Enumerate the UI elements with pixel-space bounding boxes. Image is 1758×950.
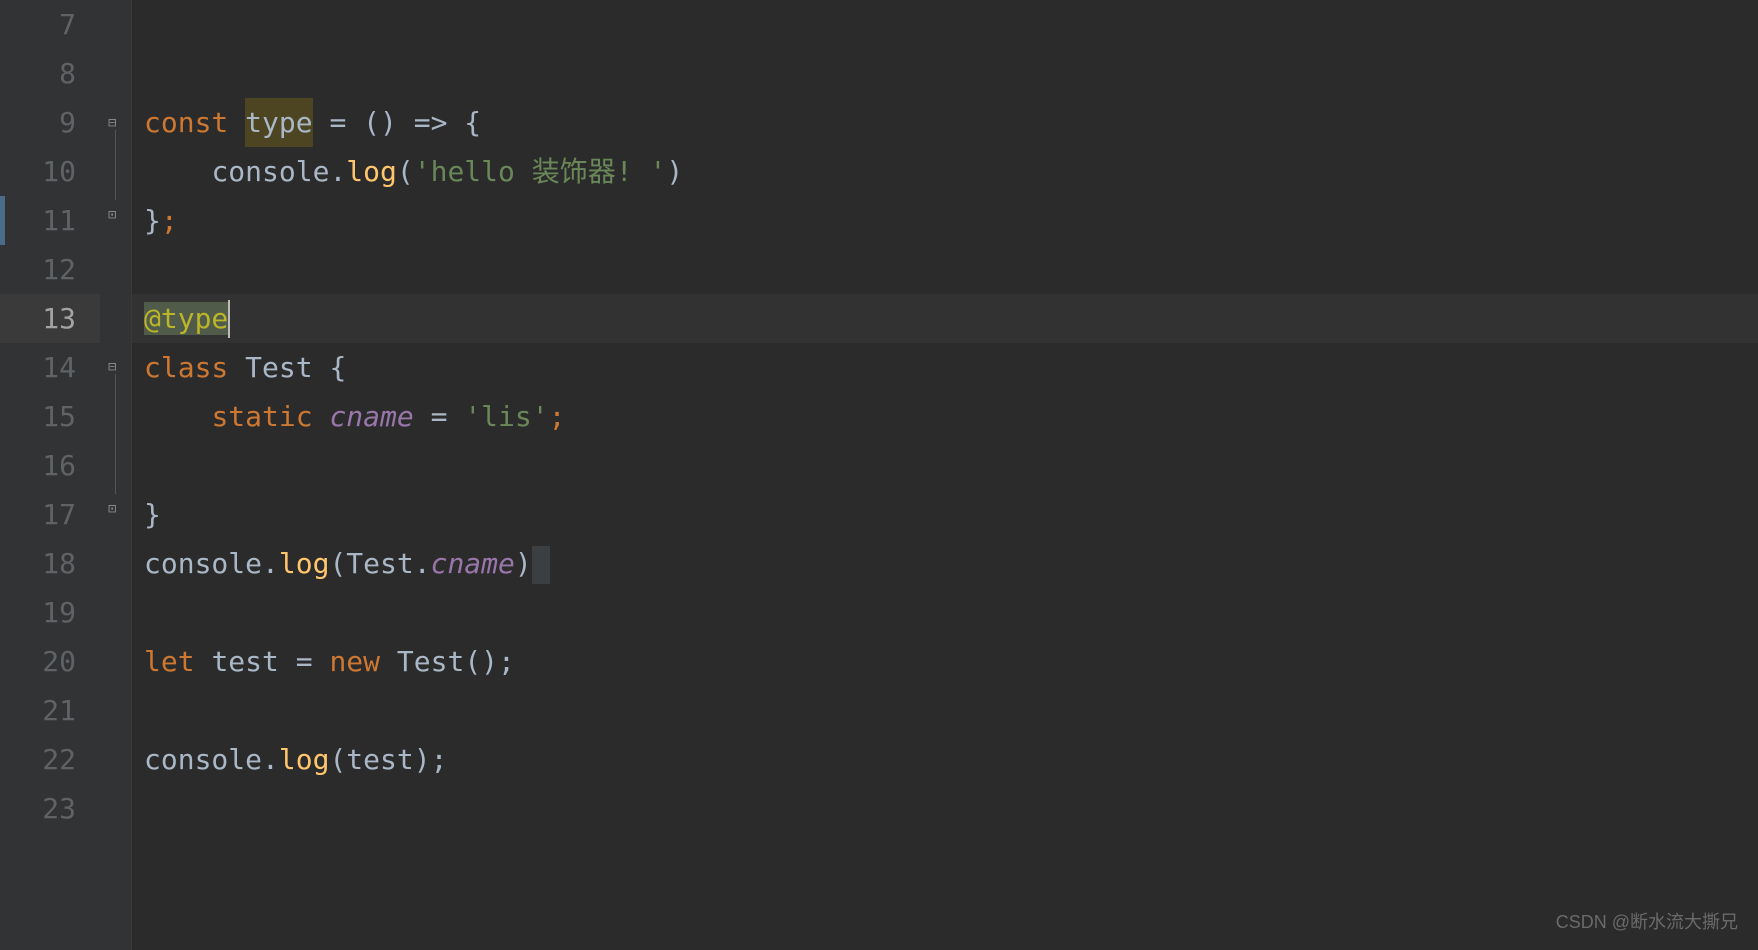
line-indicator — [0, 196, 5, 245]
code-line[interactable]: }; — [144, 196, 1758, 245]
decorator-at: @ — [144, 302, 161, 335]
console-obj: console. — [144, 743, 279, 776]
code-editor[interactable]: 7 8 9 10 11 12 13 14 15 16 17 18 19 20 2… — [0, 0, 1758, 950]
line-number: 9 — [0, 98, 76, 147]
code-line[interactable] — [144, 245, 1758, 294]
keyword-const: const — [144, 106, 245, 139]
semicolon: ; — [549, 400, 566, 433]
keyword-let: let — [144, 645, 211, 678]
line-number: 10 — [0, 147, 76, 196]
line-number: 16 — [0, 441, 76, 490]
code-line[interactable] — [144, 0, 1758, 49]
fold-start-icon[interactable]: ⊟ — [108, 360, 122, 374]
code-line[interactable] — [144, 686, 1758, 735]
line-number: 20 — [0, 637, 76, 686]
fold-guide — [115, 130, 116, 200]
string-literal: 'hello 装饰器! ' — [414, 155, 667, 188]
class-name: Test { — [245, 351, 346, 384]
line-number: 15 — [0, 392, 76, 441]
semicolon: ; — [161, 204, 178, 237]
code-line[interactable]: let test = new Test(); — [144, 637, 1758, 686]
fold-start-icon[interactable]: ⊟ — [108, 116, 122, 130]
code-area[interactable]: const type = () => { console.log('hello … — [132, 0, 1758, 950]
line-number: 8 — [0, 49, 76, 98]
keyword-class: class — [144, 351, 245, 384]
code-line[interactable]: } — [144, 490, 1758, 539]
line-number: 12 — [0, 245, 76, 294]
code-line[interactable] — [144, 441, 1758, 490]
line-number: 18 — [0, 539, 76, 588]
line-number: 17 — [0, 490, 76, 539]
field-cname: cname — [329, 400, 413, 433]
method-log: log — [279, 547, 330, 580]
arrow-fn: = () => { — [313, 106, 482, 139]
line-number: 23 — [0, 784, 76, 833]
line-number: 14 — [0, 343, 76, 392]
call-args: (test); — [329, 743, 447, 776]
fold-guide — [115, 374, 116, 494]
paren: ) — [515, 547, 532, 580]
paren: ( — [397, 155, 414, 188]
code-line[interactable]: @type — [144, 294, 1758, 343]
watermark: CSDN @断水流大撕兄 — [1556, 907, 1738, 939]
inline-hint — [532, 546, 550, 584]
code-line[interactable] — [144, 49, 1758, 98]
code-line[interactable]: static cname = 'lis'; — [144, 392, 1758, 441]
var-assign: test = — [211, 645, 329, 678]
fold-end-icon[interactable]: ⊡ — [108, 208, 122, 222]
line-number: 22 — [0, 735, 76, 784]
equals: = — [414, 400, 465, 433]
code-line[interactable]: const type = () => { — [144, 98, 1758, 147]
string-literal: 'lis' — [464, 400, 548, 433]
keyword-new: new — [329, 645, 396, 678]
code-line[interactable] — [144, 588, 1758, 637]
indent — [144, 400, 211, 433]
code-line[interactable]: console.log(test); — [144, 735, 1758, 784]
line-number: 11 — [0, 196, 76, 245]
identifier-type: type — [245, 98, 312, 147]
line-number-gutter: 7 8 9 10 11 12 13 14 15 16 17 18 19 20 2… — [0, 0, 100, 950]
field-cname: cname — [431, 547, 515, 580]
console-obj: console. — [144, 547, 279, 580]
keyword-static: static — [211, 400, 329, 433]
console-obj: console. — [211, 155, 346, 188]
method-log: log — [279, 743, 330, 776]
line-number: 21 — [0, 686, 76, 735]
fold-column: ⊟ ⊡ ⊟ ⊡ — [100, 0, 132, 950]
line-number: 19 — [0, 588, 76, 637]
line-number: 13 — [0, 294, 76, 343]
decorator-type: type — [161, 302, 228, 335]
brace: } — [144, 498, 161, 531]
code-line[interactable]: console.log('hello 装饰器! ') — [144, 147, 1758, 196]
code-line[interactable]: console.log(Test.cname) — [144, 539, 1758, 588]
code-line[interactable]: class Test { — [144, 343, 1758, 392]
line-number: 7 — [0, 0, 76, 49]
code-line[interactable] — [144, 784, 1758, 833]
indent — [144, 155, 211, 188]
constructor-call: Test(); — [397, 645, 515, 678]
paren: ( — [329, 547, 346, 580]
paren: ) — [666, 155, 683, 188]
fold-end-icon[interactable]: ⊡ — [108, 502, 122, 516]
method-log: log — [346, 155, 397, 188]
brace: } — [144, 204, 161, 237]
text-cursor — [228, 300, 230, 338]
class-ref: Test. — [346, 547, 430, 580]
